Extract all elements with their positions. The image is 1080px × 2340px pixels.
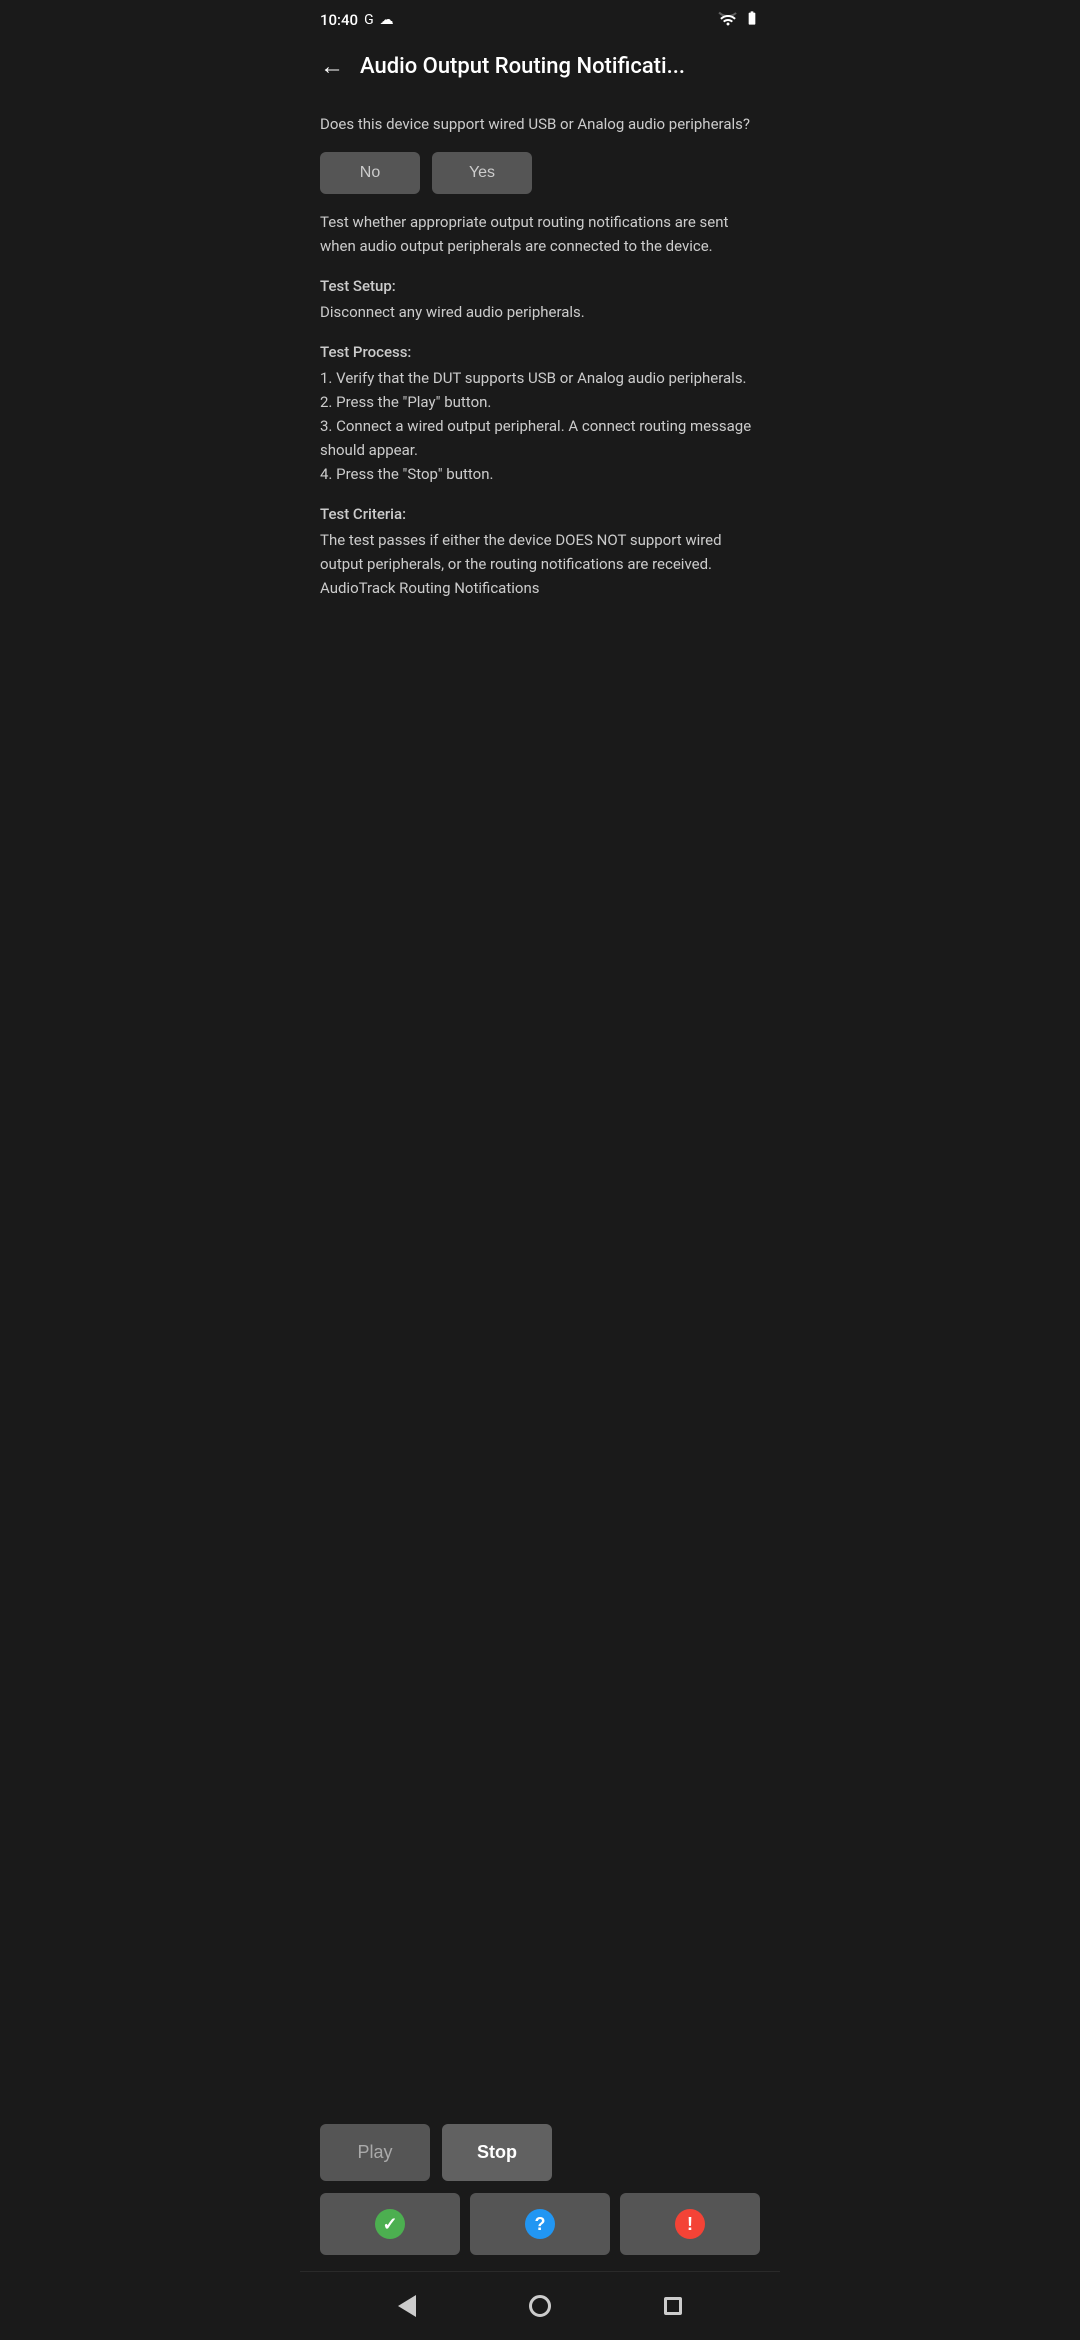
battery-icon: [744, 10, 760, 30]
page-title: Audio Output Routing Notificati...: [360, 54, 760, 79]
nav-recent-icon: [664, 2297, 682, 2315]
test-criteria-title: Test Criteria:: [320, 502, 760, 526]
nav-back-icon: [398, 2295, 416, 2317]
test-setup-title: Test Setup:: [320, 274, 760, 298]
action-area: Play Stop ✓ ? !: [300, 2108, 780, 2271]
test-setup-body: Disconnect any wired audio peripherals.: [320, 300, 760, 324]
info-button[interactable]: ?: [470, 2193, 610, 2255]
info-icon: ?: [525, 2209, 555, 2239]
nav-back-button[interactable]: [387, 2286, 427, 2326]
nav-home-button[interactable]: [520, 2286, 560, 2326]
test-criteria-section: Test Criteria: The test passes if either…: [320, 502, 760, 600]
no-button[interactable]: No: [320, 152, 420, 194]
google-icon: G: [364, 12, 374, 28]
playback-row: Play Stop: [320, 2124, 760, 2181]
test-process-title: Test Process:: [320, 340, 760, 364]
wifi-icon: [718, 10, 738, 30]
description-text: Test whether appropriate output routing …: [320, 210, 760, 258]
test-process-section: Test Process: 1. Verify that the DUT sup…: [320, 340, 760, 486]
yes-no-row: No Yes: [320, 152, 760, 194]
back-button[interactable]: ←: [320, 52, 344, 81]
fail-button[interactable]: !: [620, 2193, 760, 2255]
test-step-2: 2. Press the "Play" button.: [320, 390, 760, 414]
test-step-3: 3. Connect a wired output peripheral. A …: [320, 414, 760, 462]
play-button[interactable]: Play: [320, 2124, 430, 2181]
status-time: 10:40: [320, 11, 358, 29]
status-bar: 10:40 G ☁: [300, 0, 780, 36]
nav-home-icon: [529, 2295, 551, 2317]
yes-button[interactable]: Yes: [432, 152, 532, 194]
fail-icon: !: [675, 2209, 705, 2239]
status-bar-right: [718, 10, 760, 30]
nav-recent-button[interactable]: [653, 2286, 693, 2326]
pass-icon: ✓: [375, 2209, 405, 2239]
main-content: Does this device support wired USB or An…: [300, 97, 780, 1362]
header: ← Audio Output Routing Notificati...: [300, 36, 780, 97]
status-bar-left: 10:40 G ☁: [320, 11, 394, 29]
test-setup-section: Test Setup: Disconnect any wired audio p…: [320, 274, 760, 324]
pass-button[interactable]: ✓: [320, 2193, 460, 2255]
stop-button[interactable]: Stop: [442, 2124, 552, 2181]
nav-bar: [300, 2271, 780, 2340]
result-row: ✓ ? !: [320, 2193, 760, 2255]
test-step-1: 1. Verify that the DUT supports USB or A…: [320, 366, 760, 390]
question-text: Does this device support wired USB or An…: [320, 113, 760, 136]
test-step-4: 4. Press the "Stop" button.: [320, 462, 760, 486]
cloud-icon: ☁: [380, 12, 394, 28]
test-criteria-body: The test passes if either the device DOE…: [320, 528, 760, 576]
test-criteria-footer: AudioTrack Routing Notifications: [320, 576, 760, 600]
